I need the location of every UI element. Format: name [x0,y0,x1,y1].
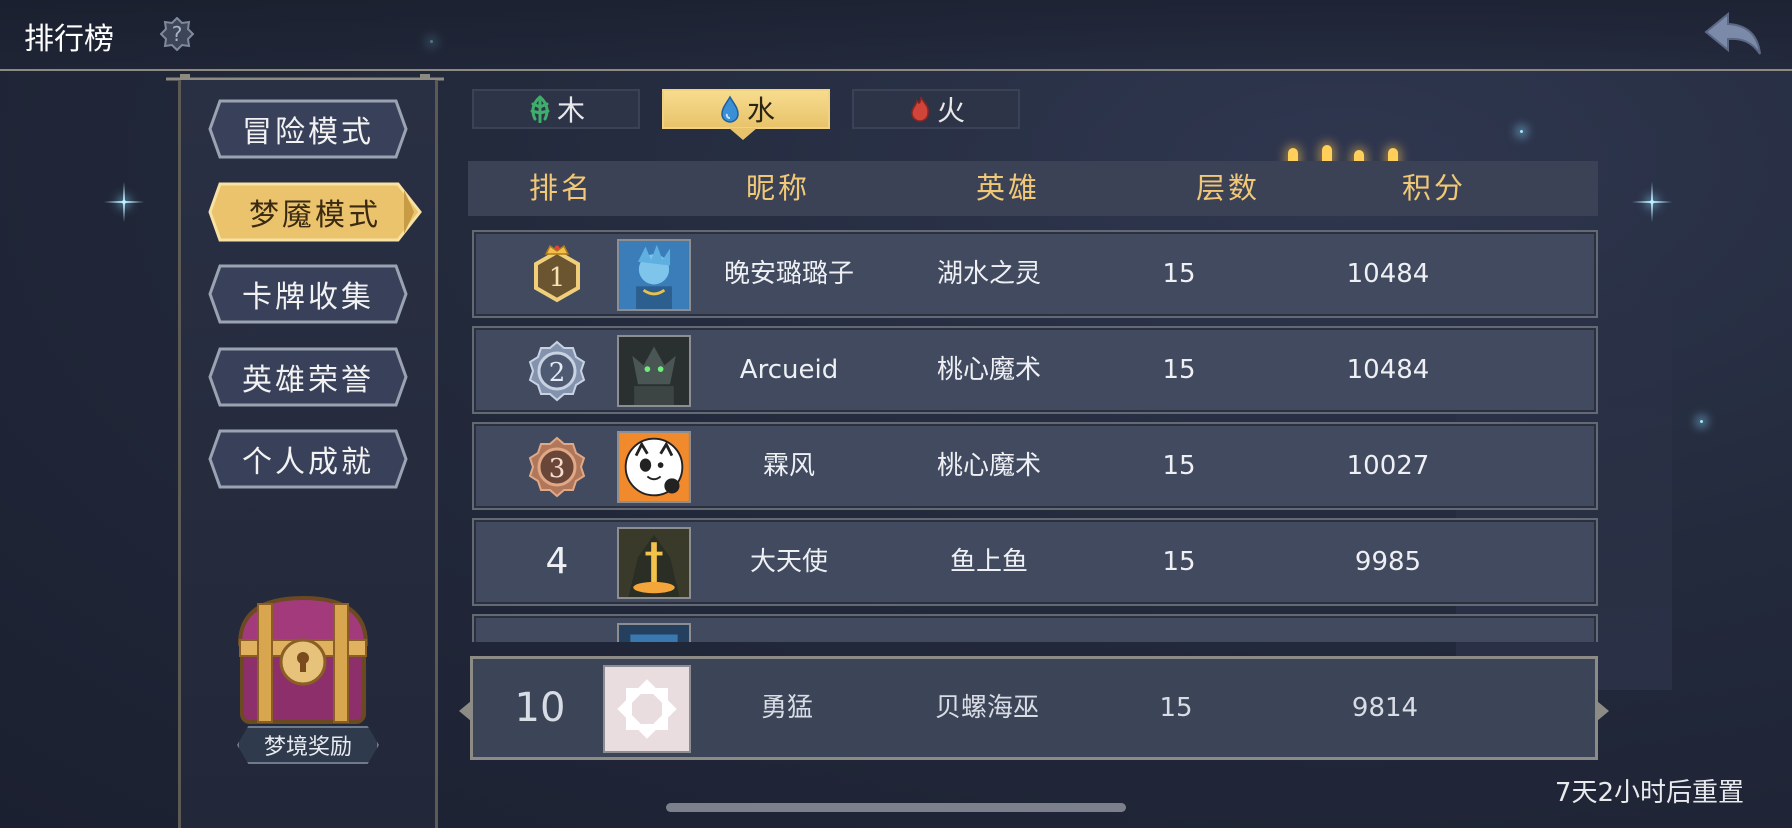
menu-item-hero-honor[interactable]: 英雄荣誉 [208,347,408,407]
fire-icon [911,96,929,122]
table-row[interactable]: 1 晚安璐璐子 湖水之灵 15 10484 [472,230,1598,318]
star-sparkle [104,182,144,222]
my-rank-row[interactable]: 10 勇猛 贝螺海巫 15 9814 [459,656,1609,760]
player-nickname: 大天使 [749,547,828,577]
my-hero: 贝螺海巫 [934,693,1039,723]
tab-water[interactable]: 水 [662,89,830,129]
my-nickname: 勇猛 [760,693,813,723]
table-header: 排名 昵称 英雄 层数 积分 [468,161,1598,216]
dream-reward-label: 梦境奖励 [263,735,352,760]
player-floors: 15 [1162,451,1196,481]
table-row[interactable]: 4 大天使 鱼上鱼 15 9985 [472,518,1598,606]
player-nickname: Arcueid [739,355,839,385]
avatar [617,239,691,311]
column-header-hero: 英雄 [975,171,1040,205]
player-nickname: 霖风 [762,451,815,481]
avatar [617,335,691,407]
menu-item-achievements[interactable]: 个人成就 [208,429,408,489]
tab-label: 木 [556,94,585,127]
player-score: 10027 [1346,451,1430,481]
player-score: 9985 [1354,547,1422,577]
reset-countdown: 7天2小时后重置 [1554,778,1744,808]
back-arrow-icon[interactable] [1702,12,1764,56]
tab-wood[interactable]: 木 [472,89,640,129]
my-floors: 15 [1159,693,1193,723]
menu-item-label: 卡牌收集 [242,280,374,315]
column-header-rank: 排名 [528,171,593,205]
player-score: 10484 [1346,259,1430,289]
menu-item-nightmare[interactable]: 梦魇模式 [208,182,422,242]
player-floors: 15 [1162,259,1196,289]
svg-text:2: 2 [549,358,566,388]
menu-item-label: 梦魇模式 [249,198,381,233]
rank-number: 4 [545,541,569,582]
star-sparkle [1700,420,1703,423]
table-row[interactable]: 2 Arcueid 桃心魔术 15 10484 [472,326,1598,414]
svg-text:3: 3 [549,454,566,484]
player-hero: 桃心魔术 [936,355,1041,385]
menu-item-adventure[interactable]: 冒险模式 [208,99,408,159]
tab-label: 火 [936,94,965,127]
star-sparkle [1632,182,1672,222]
gold-rank-badge-icon: 1 [534,244,580,303]
player-floors: 15 [1162,355,1196,385]
player-hero: 桃心魔术 [936,451,1041,481]
tab-fire[interactable]: 火 [852,89,1020,129]
svg-text:?: ? [172,22,183,46]
player-nickname: 晚安璐璐子 [723,259,854,289]
water-drop-icon [721,95,739,123]
top-bar: 排行榜 ? [0,0,1792,71]
table-row[interactable] [472,614,1598,642]
treasure-chest-icon[interactable] [230,590,376,730]
player-hero: 湖水之灵 [936,259,1041,289]
my-score: 9814 [1351,693,1419,723]
row-ornament-left [459,701,471,721]
home-indicator[interactable] [666,803,1126,812]
menu-item-card-collection[interactable]: 卡牌收集 [208,264,408,324]
avatar [617,431,691,503]
row-ornament-right [1597,701,1609,721]
column-header-score: 积分 [1401,171,1466,205]
default-avatar-icon [603,665,691,753]
table-row[interactable]: 3 霖风 桃心魔术 15 10027 [472,422,1598,510]
leaf-icon [530,95,550,123]
question-icon[interactable]: ? [160,17,194,51]
player-hero: 鱼上鱼 [949,547,1028,577]
star-sparkle [1520,130,1523,133]
player-floors: 15 [1162,547,1196,577]
tab-indicator [729,128,757,140]
column-header-nickname: 昵称 [745,171,810,205]
page-title: 排行榜 [24,22,114,57]
player-score: 10484 [1346,355,1430,385]
tab-label: 水 [746,94,775,127]
silver-rank-badge-icon: 2 [528,340,586,402]
my-rank-number: 10 [514,685,566,731]
svg-text:1: 1 [549,263,566,293]
bronze-rank-badge-icon: 3 [528,436,586,498]
menu-item-label: 个人成就 [242,445,374,480]
dream-reward-button[interactable]: 梦境奖励 [237,726,379,764]
column-header-floors: 层数 [1195,171,1260,205]
menu-item-label: 冒险模式 [242,115,374,150]
avatar [617,623,691,642]
avatar [617,527,691,599]
menu-item-label: 英雄荣誉 [242,363,374,398]
ranking-list[interactable]: 1 晚安璐璐子 湖水之灵 15 10484 2 Arcueid 桃心魔术 15 … [472,228,1598,642]
